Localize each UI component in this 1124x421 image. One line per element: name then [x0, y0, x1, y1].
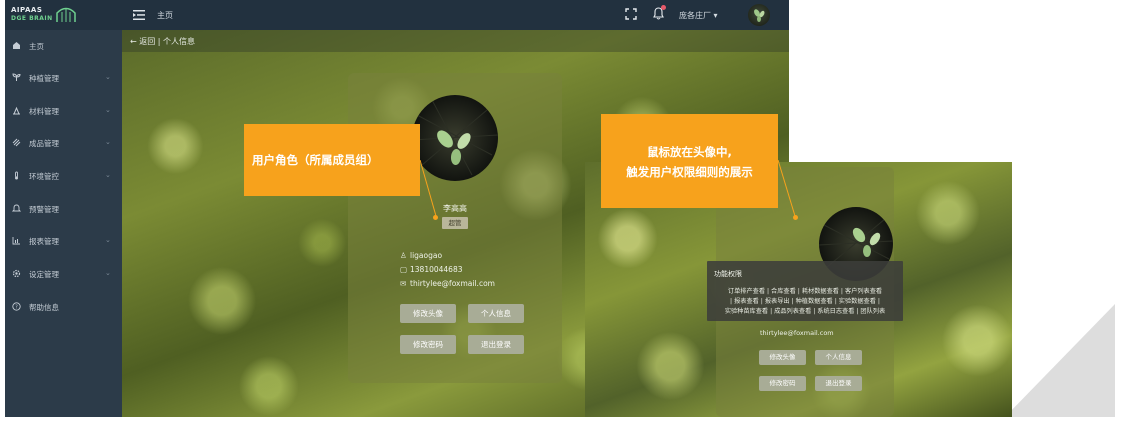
sidebar-item-label: 种植管理 [29, 74, 59, 83]
greenhouse-icon [56, 7, 76, 22]
role-badge: 超管 [442, 217, 468, 229]
sidebar-item-products[interactable]: 成品管理 ⌄ [5, 132, 122, 154]
sidebar-item-alerts[interactable]: 预警管理 [5, 198, 122, 220]
profile-name: 李高高 [443, 204, 467, 213]
email-row: ✉ thirtylee@foxmail.com [400, 279, 495, 288]
sidebar-item-environment[interactable]: 环境管控 ⌄ [5, 165, 122, 187]
change-avatar-button[interactable]: 修改头像 [759, 350, 806, 365]
sprout-icon [12, 73, 21, 81]
change-avatar-button[interactable]: 修改头像 [400, 304, 456, 323]
chevron-down-icon: ⌄ [105, 73, 111, 81]
caret-down-icon: ▾ [713, 11, 718, 20]
screenshot-root: AIPAAS DGE BRAIN 主页 庞各庄厂 ▾ 主页 种植管理 ⌄ 材料管… [0, 0, 1124, 421]
account-value: ligaogao [410, 251, 443, 260]
phone-value: 13810044683 [410, 265, 463, 274]
phone-row: ▢ 13810044683 [400, 265, 463, 274]
leaf-avatar-icon [754, 9, 765, 22]
sidebar-item-materials[interactable]: 材料管理 ⌄ [5, 100, 122, 122]
logout-button[interactable]: 退出登录 [815, 376, 862, 391]
sidebar-item-reports[interactable]: 报表管理 ⌄ [5, 230, 122, 252]
account-row: ♙ ligaogao [400, 251, 442, 260]
sidebar: 主页 种植管理 ⌄ 材料管理 ⌄ 成品管理 ⌄ 环境管控 ⌄ 预警管理 报表管理… [5, 30, 122, 417]
change-password-button[interactable]: 修改密码 [400, 335, 456, 354]
chart-icon [12, 237, 20, 245]
product-icon [12, 138, 21, 147]
page-title: 个人信息 [163, 37, 196, 46]
sidebar-item-planting[interactable]: 种植管理 ⌄ [5, 67, 122, 89]
user-menu[interactable]: 庞各庄厂 ▾ [679, 10, 718, 21]
sidebar-item-label: 主页 [29, 42, 44, 51]
change-password-button[interactable]: 修改密码 [759, 376, 806, 391]
svg-text:?: ? [15, 304, 18, 310]
chevron-down-icon: ⌄ [105, 236, 111, 244]
callout-pointer-dot [433, 215, 438, 220]
bell-icon [12, 204, 21, 212]
phone-icon: ▢ [400, 265, 408, 274]
sidebar-item-label: 材料管理 [29, 107, 59, 116]
personal-info-button[interactable]: 个人信息 [468, 304, 524, 323]
callout-text: 鼠标放在头像中, [647, 145, 732, 159]
chevron-down-icon: ⌄ [105, 171, 111, 179]
tooltip-title: 功能权限 [714, 270, 742, 278]
notification-dot [661, 5, 666, 10]
gear-icon [12, 269, 21, 278]
fullscreen-icon[interactable] [625, 8, 637, 20]
role-callout: 用户角色（所属成员组） [244, 124, 420, 196]
permission-line: | 报表查看 | 报表导出 | 种植数据查看 | 实验数据查看 | [730, 298, 880, 305]
sidebar-item-label: 预警管理 [29, 205, 59, 214]
back-link[interactable]: ← 返回 [130, 37, 155, 46]
username-label: 庞各庄厂 [679, 11, 711, 20]
user-icon: ♙ [400, 251, 407, 260]
permission-line: 实验种苗库查看 | 成品列表查看 | 系统日志查看 | 团队列表 [724, 308, 886, 315]
sidebar-item-home[interactable]: 主页 [5, 35, 122, 57]
panel-shadow [1005, 304, 1115, 417]
callout-pointer-line [778, 160, 796, 217]
chevron-down-icon: ⌄ [105, 138, 111, 146]
sidebar-item-label: 设定管理 [29, 270, 59, 279]
permission-line: 订单排产查看 | 合库查看 | 耗材数据查看 | 客户列表查看 [727, 288, 883, 295]
avatar[interactable] [748, 4, 770, 26]
callout-text: 触发用户权限细则的展示 [626, 165, 753, 179]
material-icon [13, 106, 20, 115]
page-header: ← 返回 | 个人信息 [122, 30, 789, 52]
sidebar-item-label: 环境管控 [29, 172, 59, 181]
thermometer-icon [15, 171, 18, 180]
top-bar: AIPAAS DGE BRAIN 主页 庞各庄厂 ▾ [5, 0, 789, 30]
app-logo[interactable]: AIPAAS DGE BRAIN [11, 5, 79, 25]
hover-callout: 鼠标放在头像中, 触发用户权限细则的展示 [601, 114, 778, 208]
menu-toggle-icon[interactable] [133, 9, 145, 21]
logo-line2: DGE BRAIN [11, 15, 53, 22]
mail-icon: ✉ [400, 279, 407, 288]
logout-button[interactable]: 退出登录 [468, 335, 524, 354]
help-icon: ? [12, 302, 21, 311]
email-value: thirtylee@foxmail.com [760, 329, 834, 337]
profile-card: 李高高 超管 ♙ ligaogao ▢ 13810044683 ✉ thirtylee… [348, 73, 562, 383]
separator: | [157, 37, 161, 46]
chevron-down-icon: ⌄ [105, 269, 111, 277]
sidebar-item-settings[interactable]: 设定管理 ⌄ [5, 263, 122, 285]
personal-info-button[interactable]: 个人信息 [815, 350, 862, 365]
chevron-down-icon: ⌄ [105, 106, 111, 114]
permissions-tooltip: 功能权限 订单排产查看 | 合库查看 | 耗材数据查看 | 客户列表查看 | 报… [707, 261, 903, 321]
callout-text: 用户角色（所属成员组） [252, 153, 379, 167]
home-icon [13, 42, 20, 49]
sidebar-item-label: 报表管理 [29, 237, 59, 246]
logo-line1: AIPAAS [11, 6, 43, 14]
email-value: thirtylee@foxmail.com [410, 279, 495, 288]
sidebar-item-label: 帮助信息 [29, 303, 59, 312]
sidebar-item-help[interactable]: ? 帮助信息 [5, 296, 122, 318]
sidebar-item-label: 成品管理 [29, 139, 59, 148]
callout-pointer-line [420, 160, 437, 217]
callout-pointer-dot [793, 215, 798, 220]
breadcrumb-home[interactable]: 主页 [157, 10, 173, 21]
